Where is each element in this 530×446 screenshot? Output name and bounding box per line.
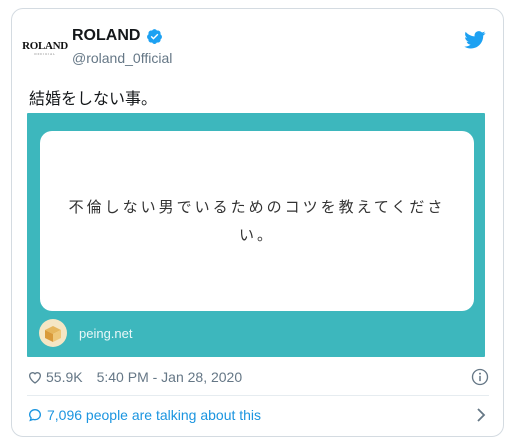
divider (27, 395, 489, 396)
tweet-header: ROLAND OFFICIAL ROLAND @roland_0fficial (12, 9, 503, 73)
chevron-right-icon[interactable] (475, 408, 487, 422)
peing-question-line-2: い。 (238, 226, 275, 244)
tweet-meta-row: 55.9K 5:40 PM - Jan 28, 2020 (27, 367, 489, 387)
author-name-row[interactable]: ROLAND (72, 27, 163, 45)
tweet-card: ROLAND OFFICIAL ROLAND @roland_0fficial … (11, 8, 504, 437)
avatar-logo-text: ROLAND (22, 39, 68, 52)
peing-source-label: peing.net (79, 325, 133, 341)
speech-bubble-icon (28, 408, 42, 422)
author-handle[interactable]: @roland_0fficial (72, 50, 172, 66)
conversation-link[interactable]: 7,096 people are talking about this (27, 405, 489, 425)
info-icon[interactable] (471, 368, 489, 386)
avatar[interactable]: ROLAND OFFICIAL (22, 28, 68, 68)
like-count[interactable]: 55.9K (46, 369, 83, 385)
conversation-count-text[interactable]: 7,096 people are talking about this (47, 407, 261, 423)
verified-icon (147, 28, 163, 44)
peing-question-text: 不倫しない男でいるためのコツを教えてくださ い。 (69, 193, 446, 249)
peing-question-box: 不倫しない男でいるためのコツを教えてくださ い。 (40, 131, 474, 311)
heart-icon[interactable] (27, 369, 43, 385)
tweet-media-image[interactable]: 不倫しない男でいるためのコツを教えてくださ い。 peing.net (27, 113, 485, 357)
peing-box-icon (39, 319, 67, 347)
peing-source-row: peing.net (39, 319, 133, 347)
tweet-timestamp[interactable]: 5:40 PM - Jan 28, 2020 (97, 369, 243, 385)
author-display-name[interactable]: ROLAND (72, 27, 140, 45)
twitter-bird-icon[interactable] (464, 31, 486, 49)
tweet-text: 結婚をしない事。 (29, 89, 158, 108)
peing-question-line-1: 不倫しない男でいるためのコツを教えてくださ (68, 198, 446, 216)
avatar-logo-subtext: OFFICIAL (34, 51, 56, 56)
